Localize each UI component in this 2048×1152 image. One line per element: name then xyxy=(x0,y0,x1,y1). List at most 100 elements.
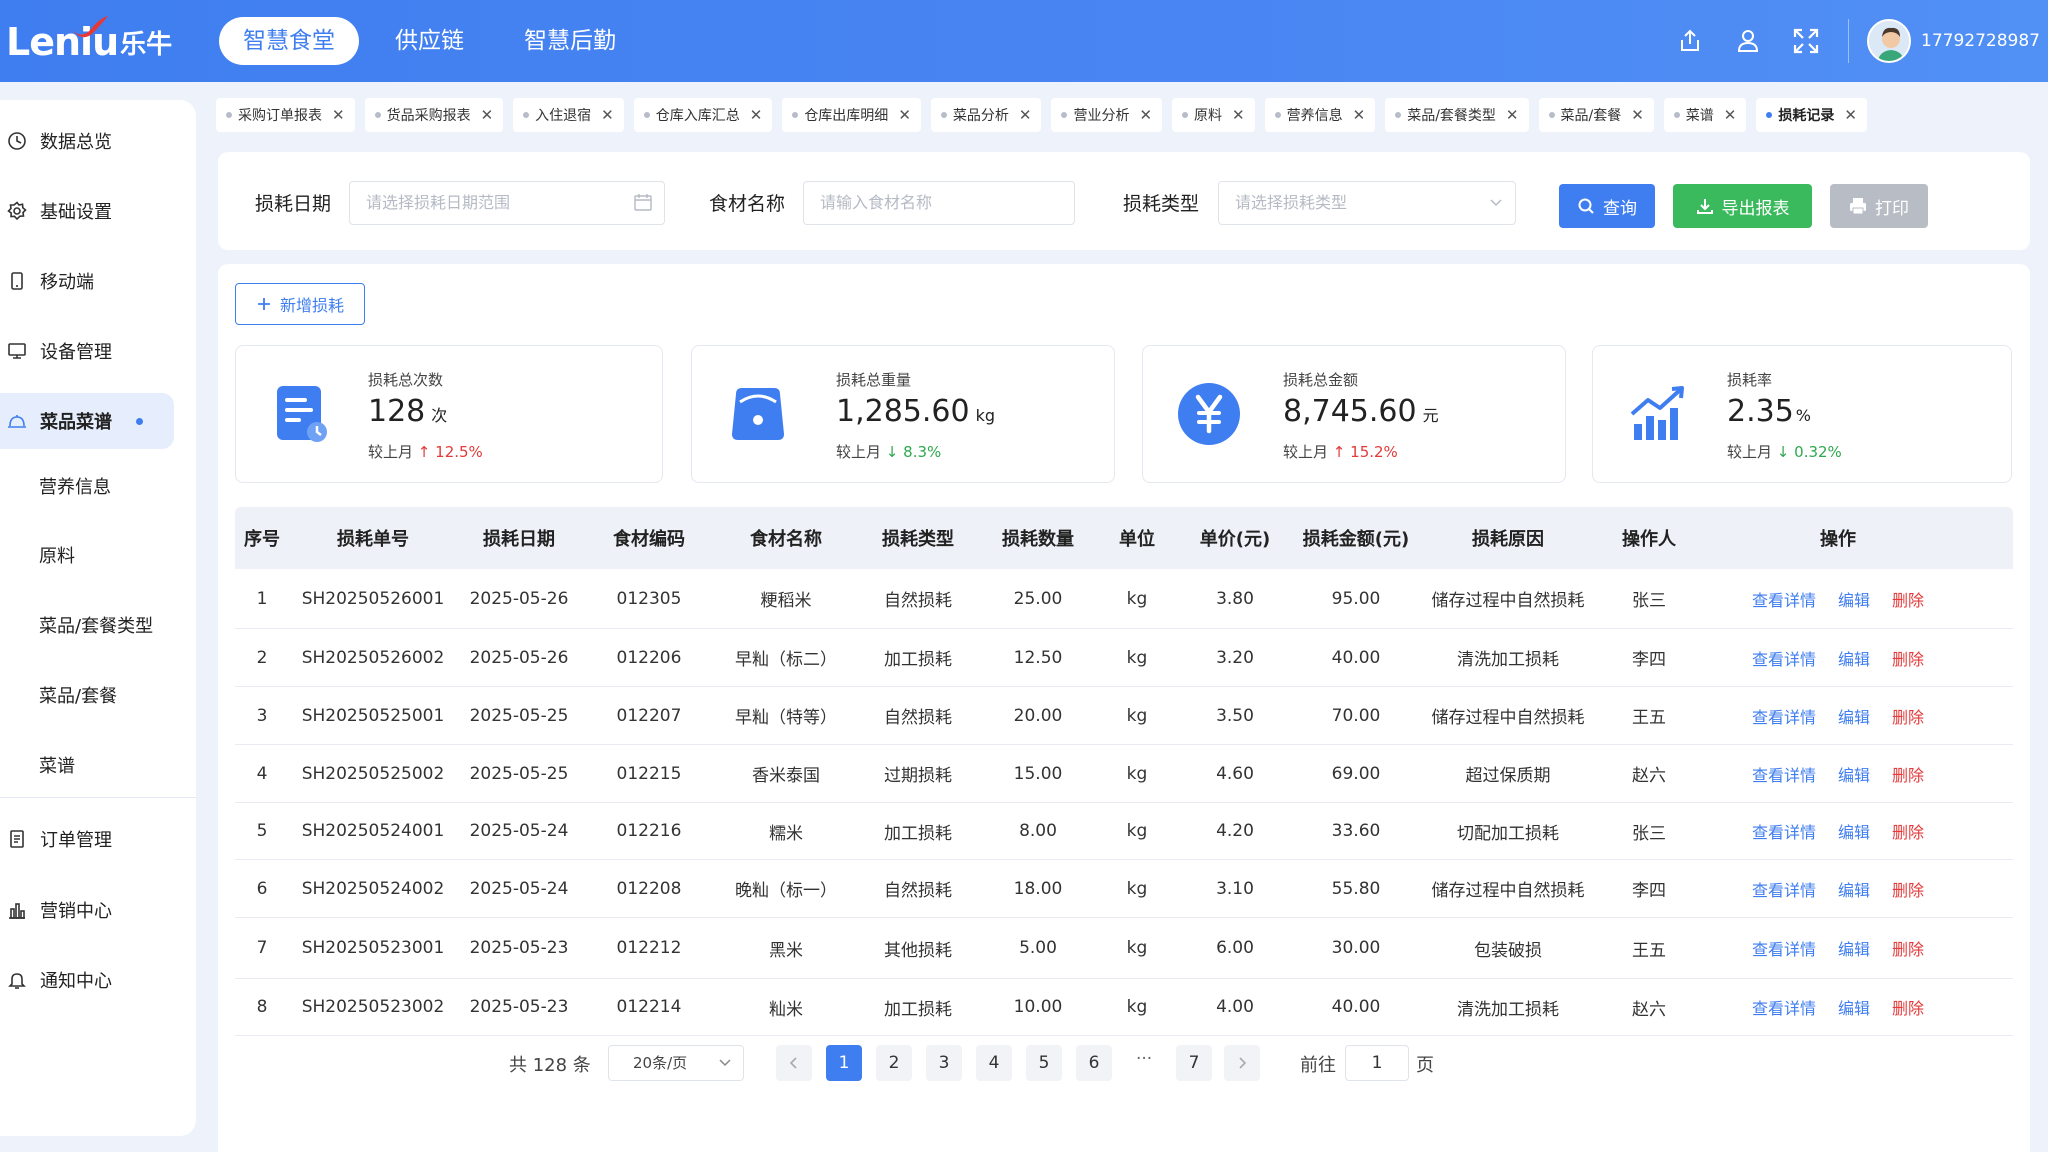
close-icon[interactable]: ✕ xyxy=(1631,106,1644,124)
close-icon[interactable]: ✕ xyxy=(601,106,614,124)
sidebar-sub-ingredients[interactable]: 原料 xyxy=(39,537,75,577)
delete-link[interactable]: 删除 xyxy=(1892,881,1924,900)
delete-link[interactable]: 删除 xyxy=(1892,999,1924,1018)
close-icon[interactable]: ✕ xyxy=(1506,106,1519,124)
tab-dot xyxy=(643,112,650,118)
sidebar-item-notification-center[interactable]: 通知中心 xyxy=(0,952,174,1008)
page-number-button[interactable]: 5 xyxy=(1026,1045,1062,1081)
logo[interactable]: Leniu 乐牛 xyxy=(6,14,176,70)
goto-page-input[interactable]: 1 xyxy=(1345,1045,1409,1081)
tab-recipes[interactable]: 菜谱 ✕ xyxy=(1663,98,1747,132)
edit-link[interactable]: 编辑 xyxy=(1838,766,1870,785)
sidebar-item-device-management[interactable]: 设备管理 xyxy=(0,323,174,379)
stat-unit: % xyxy=(1795,406,1811,425)
ingredient-name-input[interactable]: 请输入食材名称 xyxy=(803,181,1075,225)
tab-loss-records[interactable]: 损耗记录 ✕ xyxy=(1756,98,1867,132)
share-icon[interactable] xyxy=(1670,21,1710,61)
table-cell: 储存过程中自然损耗 xyxy=(1431,591,1585,611)
close-icon[interactable]: ✕ xyxy=(750,106,763,124)
edit-link[interactable]: 编辑 xyxy=(1838,823,1870,842)
tab-dish-sets[interactable]: 菜品/套餐 ✕ xyxy=(1538,98,1654,132)
user-phone[interactable]: 17792728987 xyxy=(1921,31,2040,51)
delete-link[interactable]: 删除 xyxy=(1892,823,1924,842)
tab-checkin-checkout[interactable]: 入住退宿 ✕ xyxy=(513,98,624,132)
close-icon[interactable]: ✕ xyxy=(898,106,911,124)
table-row: 6 SH20250524002 2025-05-24 012208 晚籼（标一） 自然损耗… xyxy=(235,860,2013,918)
edit-link[interactable]: 编辑 xyxy=(1838,650,1870,669)
edit-link[interactable]: 编辑 xyxy=(1838,881,1870,900)
delete-link[interactable]: 删除 xyxy=(1892,591,1924,610)
top-nav-supply-chain[interactable]: 供应链 xyxy=(371,17,488,65)
table-cell: 储存过程中自然损耗 xyxy=(1431,881,1585,901)
sidebar-item-mobile[interactable]: 移动端 xyxy=(0,253,174,309)
close-icon[interactable]: ✕ xyxy=(1353,106,1366,124)
prev-page-button[interactable] xyxy=(776,1045,812,1081)
delete-link[interactable]: 删除 xyxy=(1892,650,1924,669)
edit-link[interactable]: 编辑 xyxy=(1838,708,1870,727)
page-number-button[interactable]: 6 xyxy=(1076,1045,1112,1081)
table-cell: 6.00 xyxy=(1216,938,1254,958)
edit-link[interactable]: 编辑 xyxy=(1838,999,1870,1018)
page-number-button[interactable]: 2 xyxy=(876,1045,912,1081)
loss-type-select[interactable]: 请选择损耗类型 xyxy=(1218,181,1516,225)
view-detail-link[interactable]: 查看详情 xyxy=(1752,881,1816,900)
query-button[interactable]: 查询 xyxy=(1559,184,1655,228)
sidebar-sub-dish-set-types[interactable]: 菜品/套餐类型 xyxy=(39,607,153,647)
chevron-down-icon xyxy=(1489,182,1503,240)
goto-page-suffix: 页 xyxy=(1416,1055,1434,1076)
sidebar-item-data-overview[interactable]: 数据总览 xyxy=(0,113,174,169)
edit-link[interactable]: 编辑 xyxy=(1838,940,1870,959)
tab-ingredients[interactable]: 原料 ✕ xyxy=(1172,98,1255,132)
tab-business-analysis[interactable]: 营业分析 ✕ xyxy=(1051,98,1163,132)
page-size-select[interactable]: 20条/页 xyxy=(608,1045,744,1081)
close-icon[interactable]: ✕ xyxy=(481,106,494,124)
tab-dish-set-types[interactable]: 菜品/套餐类型 ✕ xyxy=(1385,98,1529,132)
close-icon[interactable]: ✕ xyxy=(1724,106,1737,124)
edit-link[interactable]: 编辑 xyxy=(1838,591,1870,610)
top-nav-smart-canteen[interactable]: 智慧食堂 xyxy=(219,17,359,65)
page-number-button[interactable]: 7 xyxy=(1176,1045,1212,1081)
tab-warehouse-inbound-summary[interactable]: 仓库入库汇总 ✕ xyxy=(633,98,773,132)
close-icon[interactable]: ✕ xyxy=(1232,106,1245,124)
view-detail-link[interactable]: 查看详情 xyxy=(1752,823,1816,842)
tab-goods-purchase-report[interactable]: 货品采购报表 ✕ xyxy=(364,98,504,132)
print-button[interactable]: 打印 xyxy=(1830,184,1928,228)
close-icon[interactable]: ✕ xyxy=(1019,106,1032,124)
table-cell: 加工损耗 xyxy=(884,999,952,1020)
avatar[interactable] xyxy=(1867,19,1912,63)
view-detail-link[interactable]: 查看详情 xyxy=(1752,650,1816,669)
tab-dish-analysis[interactable]: 菜品分析 ✕ xyxy=(930,98,1042,132)
sidebar-item-basic-settings[interactable]: 基础设置 xyxy=(0,183,174,239)
view-detail-link[interactable]: 查看详情 xyxy=(1752,940,1816,959)
page-number-button[interactable]: 4 xyxy=(976,1045,1012,1081)
loss-date-range-input[interactable]: 请选择损耗日期范围 xyxy=(349,181,665,225)
page-number-button[interactable]: 1 xyxy=(826,1045,862,1081)
delete-link[interactable]: 删除 xyxy=(1892,940,1924,959)
top-nav-smart-logistics[interactable]: 智慧后勤 xyxy=(500,17,640,65)
sidebar-item-order-management[interactable]: 订单管理 xyxy=(0,811,174,867)
export-report-button[interactable]: 导出报表 xyxy=(1673,184,1812,228)
tab-nutrition-info[interactable]: 营养信息 ✕ xyxy=(1264,98,1376,132)
sidebar-item-dishes-recipes[interactable]: 菜品菜谱 xyxy=(0,393,174,449)
view-detail-link[interactable]: 查看详情 xyxy=(1752,766,1816,785)
add-loss-button[interactable]: 新增损耗 xyxy=(235,283,365,325)
view-detail-link[interactable]: 查看详情 xyxy=(1752,591,1816,610)
close-icon[interactable]: ✕ xyxy=(332,106,345,124)
tab-purchase-order-report[interactable]: 采购订单报表 ✕ xyxy=(216,98,355,132)
tab-warehouse-outbound-detail[interactable]: 仓库出库明细 ✕ xyxy=(782,98,921,132)
sidebar-item-marketing-center[interactable]: 营销中心 xyxy=(0,882,174,938)
tab-dot xyxy=(1548,112,1555,118)
delete-link[interactable]: 删除 xyxy=(1892,708,1924,727)
fullscreen-icon[interactable] xyxy=(1786,21,1826,61)
close-icon[interactable]: ✕ xyxy=(1844,106,1857,124)
sidebar-sub-recipes[interactable]: 菜谱 xyxy=(39,747,75,787)
view-detail-link[interactable]: 查看详情 xyxy=(1752,708,1816,727)
sidebar-sub-nutrition-info[interactable]: 营养信息 xyxy=(39,468,111,508)
sidebar-sub-dish-sets[interactable]: 菜品/套餐 xyxy=(39,677,117,717)
next-page-button[interactable] xyxy=(1224,1045,1260,1081)
delete-link[interactable]: 删除 xyxy=(1892,766,1924,785)
user-icon[interactable] xyxy=(1728,21,1768,61)
page-number-button[interactable]: 3 xyxy=(926,1045,962,1081)
close-icon[interactable]: ✕ xyxy=(1139,106,1152,124)
view-detail-link[interactable]: 查看详情 xyxy=(1752,999,1816,1018)
